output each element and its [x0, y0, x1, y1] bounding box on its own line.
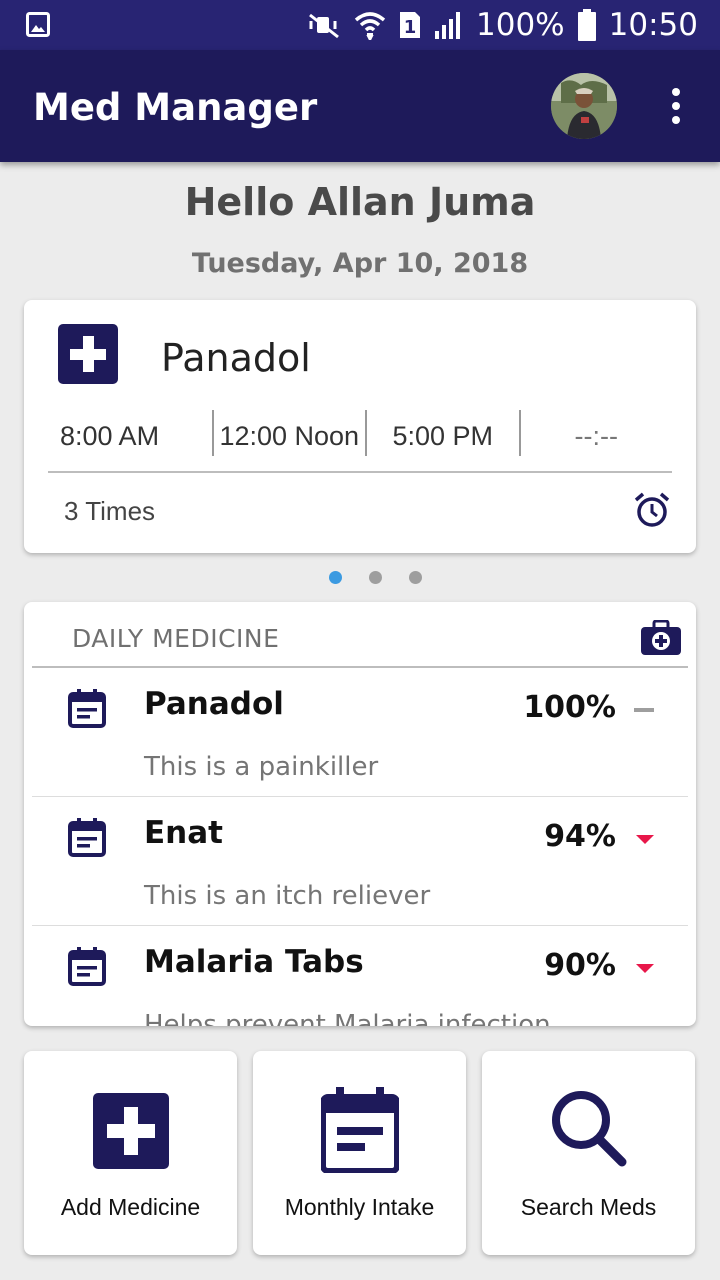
app-title: Med Manager — [33, 86, 318, 129]
intake-percent: 100% — [523, 690, 616, 725]
page-dot-active[interactable] — [329, 571, 342, 584]
page-dot[interactable] — [369, 571, 382, 584]
dose-times-row: 8:00 AM 12:00 Noon 5:00 PM --:-- — [48, 410, 672, 456]
more-vert-icon[interactable] — [666, 86, 686, 126]
dose-time[interactable]: 5:00 PM — [367, 410, 521, 456]
gallery-icon — [26, 12, 50, 38]
dose-time[interactable]: 12:00 Noon — [214, 410, 367, 456]
action-label: Search Meds — [520, 1194, 657, 1220]
trend-down-icon — [636, 964, 654, 973]
page-indicator — [0, 571, 720, 585]
monthly-intake-button[interactable]: Monthly Intake — [253, 1051, 466, 1255]
dose-time[interactable]: 8:00 AM — [48, 410, 214, 456]
search-meds-button[interactable]: Search Meds — [482, 1051, 695, 1255]
list-item[interactable]: Enat 94% This is an itch reliever — [32, 797, 688, 926]
schedule-medicine-name: Panadol — [161, 336, 311, 380]
calendar-icon — [320, 1087, 400, 1174]
search-icon — [550, 1087, 628, 1169]
calendar-icon — [68, 946, 106, 986]
alarm-icon[interactable] — [634, 492, 670, 528]
section-title: DAILY MEDICINE — [72, 624, 280, 653]
sim-icon: 1 — [398, 10, 422, 40]
add-medicine-button[interactable]: Add Medicine — [24, 1051, 237, 1255]
avatar[interactable] — [551, 73, 617, 139]
list-item[interactable]: Panadol 100% This is a painkiller — [32, 668, 688, 797]
medicine-name: Malaria Tabs — [144, 944, 364, 980]
wifi-icon — [354, 10, 386, 40]
intake-percent: 90% — [544, 948, 616, 983]
medicine-description: This is an itch reliever — [144, 881, 431, 911]
action-label: Add Medicine — [60, 1194, 201, 1220]
trend-down-icon — [636, 835, 654, 844]
add-medicine-icon — [92, 1087, 170, 1169]
medicine-name: Panadol — [144, 686, 284, 722]
intake-percent: 94% — [544, 819, 616, 854]
medicine-cross-icon — [58, 324, 118, 384]
sim-slot-label: 1 — [404, 17, 417, 38]
greeting: Hello Allan Juma — [184, 180, 536, 224]
medicine-description: Helps prevent Malaria infection — [144, 1010, 551, 1026]
app-bar: Med Manager — [0, 50, 720, 162]
calendar-icon — [68, 688, 106, 728]
mute-icon — [306, 11, 342, 39]
schedule-card[interactable]: Panadol 8:00 AM 12:00 Noon 5:00 PM --:--… — [24, 300, 696, 553]
divider — [48, 471, 672, 473]
dose-time[interactable]: --:-- — [521, 410, 673, 456]
medical-kit-icon[interactable] — [640, 619, 682, 656]
action-label: Monthly Intake — [284, 1194, 435, 1220]
battery-icon — [577, 9, 597, 41]
medicine-description: This is a painkiller — [144, 752, 379, 782]
current-date: Tuesday, Apr 10, 2018 — [191, 248, 529, 279]
times-count: 3 Times — [64, 496, 156, 526]
status-bar: 1 100% 10:50 — [0, 0, 720, 50]
battery-text: 100% — [476, 7, 565, 43]
medicine-name: Enat — [144, 815, 223, 851]
clock: 10:50 — [608, 7, 698, 43]
daily-medicine-card: DAILY MEDICINE Panadol 100% This is a pa… — [24, 602, 696, 1026]
calendar-icon — [68, 817, 106, 857]
list-item[interactable]: Malaria Tabs 90% Helps prevent Malaria i… — [32, 926, 688, 1026]
page-dot[interactable] — [409, 571, 422, 584]
trend-flat-icon — [634, 708, 654, 712]
signal-icon — [434, 11, 464, 39]
